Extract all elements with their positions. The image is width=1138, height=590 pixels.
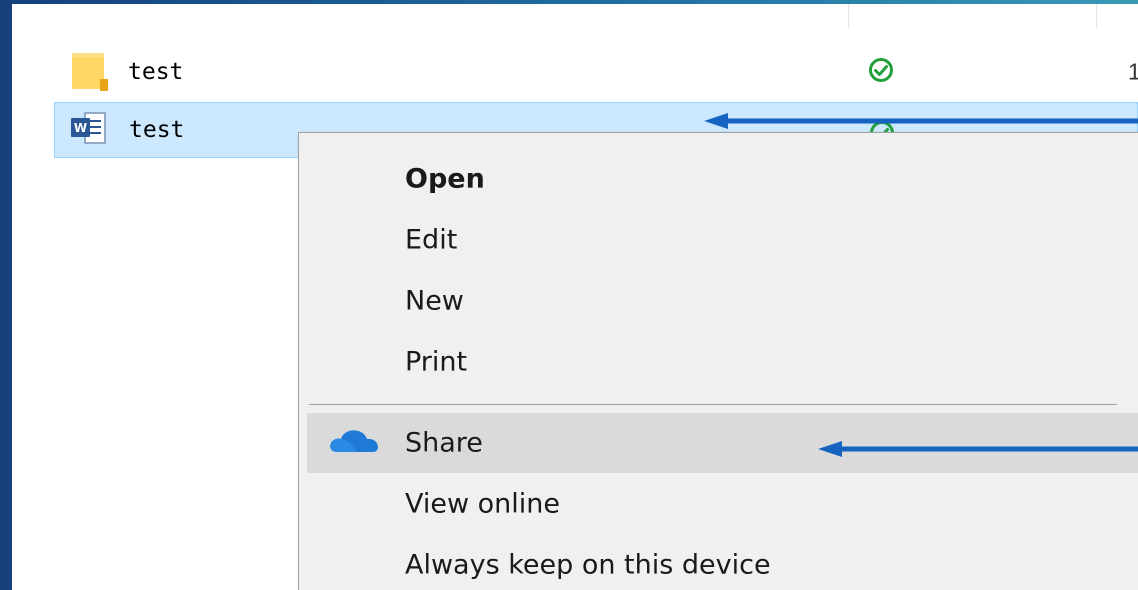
file-row-folder-test[interactable]: test 1 xyxy=(54,44,1138,100)
menu-item-edit[interactable]: Edit xyxy=(307,210,1138,270)
menu-item-print[interactable]: Print xyxy=(307,332,1138,392)
menu-item-label: View online xyxy=(405,488,561,520)
column-separator[interactable] xyxy=(1096,4,1097,28)
menu-item-label: Print xyxy=(405,346,468,378)
menu-item-label: Open xyxy=(405,163,485,195)
onedrive-cloud-icon xyxy=(329,428,379,458)
menu-item-always-keep-on-device[interactable]: Always keep on this device xyxy=(307,535,1138,590)
menu-item-new[interactable]: New xyxy=(307,271,1138,331)
annotation-arrow-share xyxy=(818,441,1138,457)
file-explorer-pane: test 1 W test Open Edit New Print Share … xyxy=(12,4,1138,590)
folder-icon xyxy=(70,49,108,95)
column-separator[interactable] xyxy=(848,4,849,28)
file-size-value: 1 xyxy=(1128,58,1138,85)
menu-item-open[interactable]: Open xyxy=(307,149,1138,209)
menu-item-label: Always keep on this device xyxy=(405,549,771,581)
menu-item-label: Edit xyxy=(405,224,458,256)
file-name: test xyxy=(129,117,185,143)
menu-item-label: New xyxy=(405,285,464,317)
word-document-icon: W xyxy=(71,111,111,149)
file-name: test xyxy=(128,59,184,85)
menu-item-label: Share xyxy=(405,427,483,459)
svg-text:W: W xyxy=(74,121,87,135)
menu-separator xyxy=(309,404,1117,405)
annotation-arrow-file xyxy=(704,113,1138,129)
sync-status-check-icon xyxy=(868,57,894,87)
context-menu: Open Edit New Print Share View online Al… xyxy=(298,132,1138,590)
menu-item-view-online[interactable]: View online xyxy=(307,474,1138,534)
